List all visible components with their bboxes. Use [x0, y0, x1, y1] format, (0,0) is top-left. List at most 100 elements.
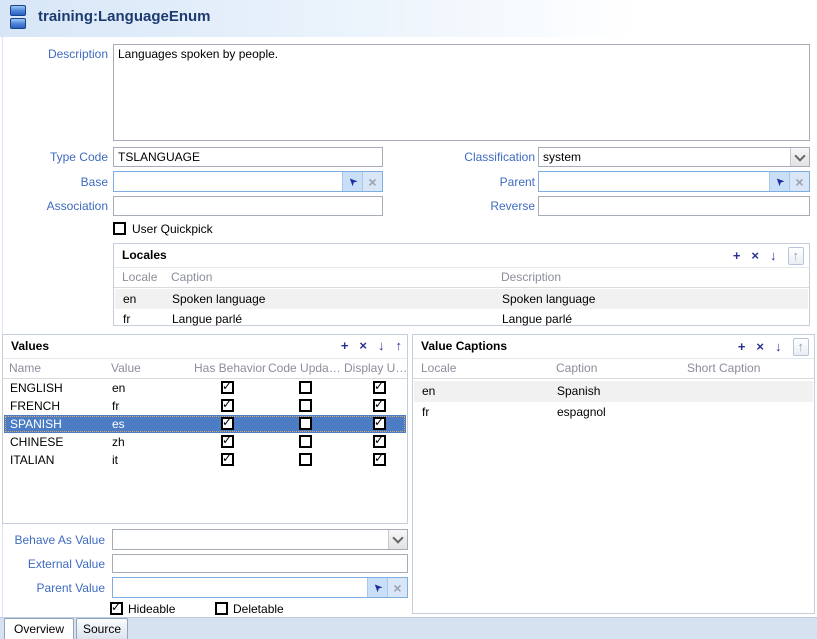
user-quickpick-label: User Quickpick: [132, 222, 213, 236]
values-row[interactable]: ITALIAN it: [4, 451, 406, 469]
display-checkbox[interactable]: [373, 435, 386, 448]
display-checkbox[interactable]: [373, 381, 386, 394]
add-icon[interactable]: +: [738, 339, 746, 355]
chevron-down-icon: [392, 532, 403, 543]
code-updatable-checkbox[interactable]: [299, 417, 312, 430]
external-value-input[interactable]: [112, 554, 408, 573]
move-down-icon[interactable]: ↓: [775, 339, 782, 355]
chevron-down-icon: [794, 150, 805, 161]
value-captions-column-headers: Locale Caption Short Caption: [413, 359, 814, 379]
name-cell: FRENCH: [10, 399, 60, 413]
base-pick-button[interactable]: ➤: [342, 172, 362, 191]
has-behavior-checkbox[interactable]: [221, 399, 234, 412]
page-title: training:LanguageEnum: [38, 8, 211, 25]
values-row[interactable]: ENGLISH en: [4, 379, 406, 397]
value-captions-row[interactable]: en Spanish: [414, 381, 813, 402]
has-behavior-checkbox[interactable]: [221, 453, 234, 466]
base-picker[interactable]: ➤ ×: [113, 171, 383, 192]
association-input[interactable]: [113, 196, 383, 216]
value-cell: it: [112, 453, 118, 467]
delete-icon[interactable]: ×: [751, 248, 759, 264]
values-row[interactable]: FRENCH fr: [4, 397, 406, 415]
hideable-label: Hideable: [128, 602, 175, 616]
values-row[interactable]: SPANISH es: [4, 415, 406, 433]
tab-source[interactable]: Source: [76, 618, 128, 639]
column-header: Code Upda…: [268, 361, 341, 375]
has-behavior-checkbox[interactable]: [221, 417, 234, 430]
values-row[interactable]: CHINESE zh: [4, 433, 406, 451]
value-captions-row[interactable]: fr espagnol: [414, 402, 813, 423]
bottom-tab-bar: Overview Source: [0, 617, 817, 639]
has-behavior-checkbox[interactable]: [221, 381, 234, 394]
parent-value-label: Parent Value: [0, 581, 105, 595]
name-cell: CHINESE: [10, 435, 63, 449]
values-panel: Values + × ↓ ↑ Name Value Has Behavior C…: [2, 334, 408, 524]
parent-value-picker[interactable]: ➤ ×: [112, 577, 408, 598]
display-checkbox[interactable]: [373, 417, 386, 430]
behave-as-value-dropdown-button[interactable]: [388, 530, 407, 549]
parent-value-clear-button[interactable]: ×: [387, 578, 407, 597]
delete-icon[interactable]: ×: [756, 339, 764, 355]
deletable-checkbox[interactable]: [215, 602, 228, 615]
move-down-icon[interactable]: ↓: [770, 248, 777, 264]
locales-row[interactable]: fr Langue parlé Langue parlé: [115, 309, 808, 329]
code-updatable-checkbox[interactable]: [299, 453, 312, 466]
parent-pick-button[interactable]: ➤: [769, 172, 789, 191]
reverse-input[interactable]: [538, 196, 810, 216]
move-up-icon: ↑: [793, 338, 810, 356]
locales-panel-header: Locales + × ↓ ↑: [114, 244, 809, 268]
base-label: Base: [0, 175, 108, 189]
values-panel-title: Values: [11, 339, 49, 353]
user-quickpick-checkbox[interactable]: [113, 222, 126, 235]
reverse-label: Reverse: [413, 199, 535, 213]
hideable-checkbox[interactable]: [110, 602, 123, 615]
values-column-headers: Name Value Has Behavior Code Upda… Displ…: [3, 359, 407, 379]
locales-toolbar: + × ↓ ↑: [733, 247, 804, 265]
parent-value-value: [113, 578, 367, 597]
code-updatable-checkbox[interactable]: [299, 435, 312, 448]
add-icon[interactable]: +: [733, 248, 741, 264]
parent-picker[interactable]: ➤ ×: [538, 171, 810, 192]
move-up-icon: ↑: [788, 247, 805, 265]
column-header: Display U…: [344, 361, 407, 375]
header: training:LanguageEnum: [0, 0, 817, 37]
column-header: Description: [501, 270, 561, 284]
value-cell: fr: [112, 399, 119, 413]
column-header: Name: [9, 361, 41, 375]
locales-panel: Locales + × ↓ ↑ Locale Caption Descripti…: [113, 243, 810, 326]
value-cell: zh: [112, 435, 125, 449]
locale-cell: fr: [422, 405, 429, 419]
description-input[interactable]: Languages spoken by people.: [113, 44, 810, 141]
has-behavior-checkbox[interactable]: [221, 435, 234, 448]
code-updatable-checkbox[interactable]: [299, 381, 312, 394]
display-checkbox[interactable]: [373, 453, 386, 466]
clear-icon: ×: [393, 581, 401, 595]
name-cell: ENGLISH: [10, 381, 63, 395]
locales-row[interactable]: en Spoken language Spoken language: [115, 289, 808, 309]
tab-overview[interactable]: Overview: [4, 618, 74, 639]
add-icon[interactable]: +: [341, 338, 349, 354]
cursor-arrow-icon: ➤: [345, 174, 361, 190]
classification-dropdown-button[interactable]: [790, 148, 809, 166]
type-code-input[interactable]: [113, 147, 383, 167]
column-header: Locale: [421, 361, 456, 375]
parent-clear-button[interactable]: ×: [789, 172, 809, 191]
column-header: Has Behavior: [194, 361, 266, 375]
caption-cell: Langue parlé: [172, 312, 242, 326]
delete-icon[interactable]: ×: [359, 338, 367, 354]
classification-select[interactable]: system: [538, 147, 810, 167]
move-up-icon[interactable]: ↑: [396, 338, 403, 354]
code-updatable-checkbox[interactable]: [299, 399, 312, 412]
association-label: Association: [0, 199, 108, 213]
display-checkbox[interactable]: [373, 399, 386, 412]
parent-value-pick-button[interactable]: ➤: [367, 578, 387, 597]
locale-cell: en: [422, 384, 435, 398]
base-clear-button[interactable]: ×: [362, 172, 382, 191]
enum-type-icon: [10, 5, 28, 31]
behave-as-value-select[interactable]: [112, 529, 408, 550]
parent-value: [539, 172, 769, 191]
cursor-arrow-icon: ➤: [772, 174, 788, 190]
description-cell: Langue parlé: [502, 312, 572, 326]
move-down-icon[interactable]: ↓: [378, 338, 385, 354]
column-header: Caption: [556, 361, 597, 375]
